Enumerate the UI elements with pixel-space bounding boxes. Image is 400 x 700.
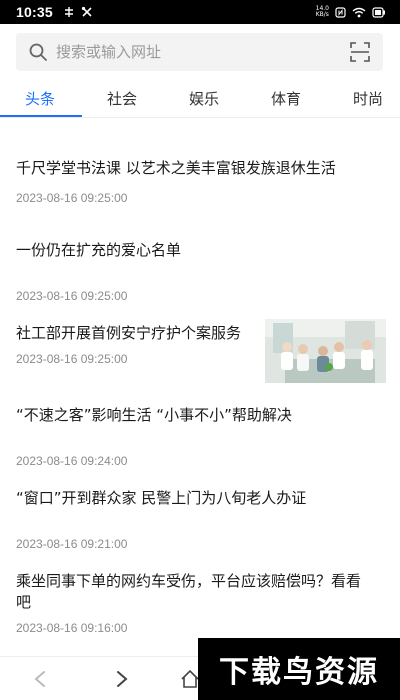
back-button[interactable]: [26, 665, 54, 693]
forward-button[interactable]: [108, 665, 136, 693]
battery-icon: [372, 6, 385, 18]
notification-icon: [64, 7, 73, 17]
news-title: 乘坐同事下单的网约车受伤，平台应该赔偿吗？看看吧: [16, 572, 362, 611]
watermark-text: 下载鸟资源: [219, 655, 379, 690]
wifi-icon: [352, 7, 366, 17]
news-item[interactable]: 千尺学堂书法课 以艺术之美丰富银发族退休生活 2023-08-16 09:25:…: [16, 158, 384, 205]
news-title: “不速之客”影响生活 “小事不小”帮助解决: [16, 406, 292, 424]
news-thumbnail[interactable]: [265, 319, 386, 383]
tab-fashion[interactable]: 时尚: [353, 88, 383, 109]
news-item[interactable]: “不速之客”影响生活 “小事不小”帮助解决 2023-08-16 09:24:0…: [16, 405, 384, 468]
category-tabs: 头条 社会 娱乐 体育 时尚: [0, 78, 400, 118]
back-icon: [34, 671, 45, 687]
news-time: 2023-08-16 09:16:00: [16, 621, 128, 635]
net-speed-unit: KB/s: [315, 11, 329, 18]
net-speed: 14.0 KB/s: [316, 6, 329, 18]
tab-society[interactable]: 社会: [107, 88, 137, 109]
search-icon: [29, 43, 47, 61]
watermark: 下载鸟资源: [198, 638, 400, 700]
news-title: “窗口”开到群众家 民警上门为八旬老人办证: [16, 489, 307, 507]
tools-icon: [81, 6, 92, 17]
news-time: 2023-08-16 09:25:00: [16, 289, 128, 303]
tab-sports[interactable]: 体育: [271, 88, 301, 109]
news-item[interactable]: “窗口”开到群众家 民警上门为八旬老人办证 2023-08-16 09:21:0…: [16, 488, 384, 551]
news-item[interactable]: 乘坐同事下单的网约车受伤，平台应该赔偿吗？看看吧 2023-08-16 09:1…: [16, 571, 366, 635]
news-time: 2023-08-16 09:21:00: [16, 537, 128, 551]
news-title: 社工部开展首例安宁疗护个案服务: [16, 324, 242, 342]
nfc-icon: [335, 6, 346, 18]
tab-entertainment[interactable]: 娱乐: [189, 88, 219, 109]
search-bar[interactable]: [16, 33, 383, 71]
search-input[interactable]: [56, 43, 349, 61]
forward-icon: [117, 671, 128, 687]
news-time: 2023-08-16 09:24:00: [16, 454, 128, 468]
news-item[interactable]: 一份仍在扩充的爱心名单 2023-08-16 09:25:00: [16, 240, 384, 303]
active-tab-indicator: [0, 115, 82, 117]
scan-icon[interactable]: [349, 41, 371, 63]
search-header: [0, 24, 400, 76]
news-time: 2023-08-16 09:25:00: [16, 352, 128, 366]
news-title: 一份仍在扩充的爱心名单: [16, 241, 182, 259]
news-title: 千尺学堂书法课 以艺术之美丰富银发族退休生活: [16, 159, 336, 177]
news-item[interactable]: 社工部开展首例安宁疗护个案服务 2023-08-16 09:25:00: [16, 323, 256, 366]
tab-headlines[interactable]: 头条: [25, 88, 55, 109]
status-time: 10:35: [16, 4, 53, 20]
status-bar: 10:35 14.0 KB/s: [0, 0, 400, 24]
news-time: 2023-08-16 09:25:00: [16, 191, 128, 205]
